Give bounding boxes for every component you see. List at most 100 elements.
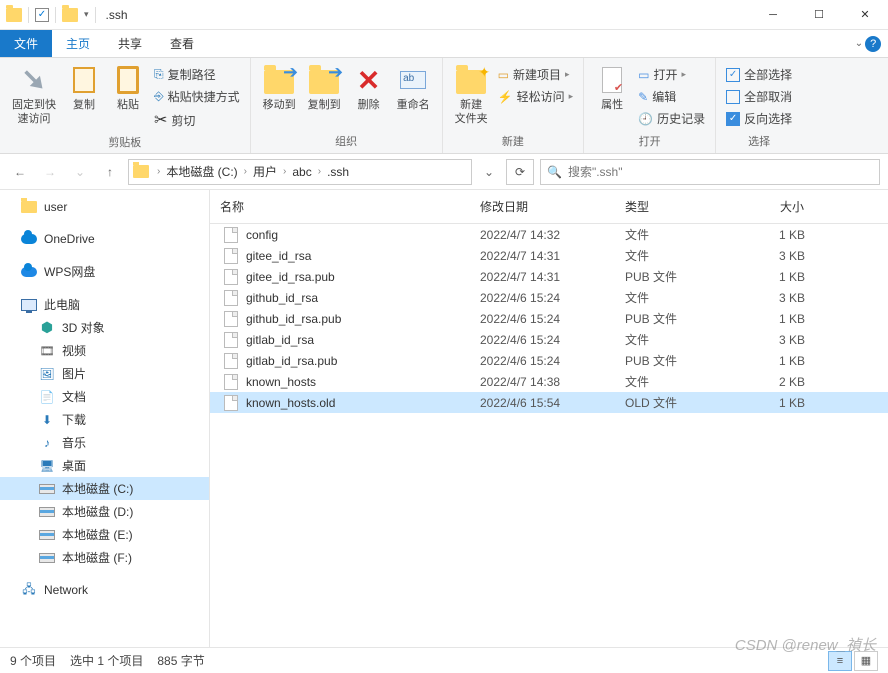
drive-icon (39, 553, 55, 563)
edit-button[interactable]: ✎编辑 (634, 86, 709, 107)
open-button[interactable]: ▭打开▸ (634, 64, 709, 85)
col-header-size[interactable]: 大小 (735, 190, 815, 223)
invert-selection-button[interactable]: ✓反向选择 (722, 108, 796, 129)
copy-to-button[interactable]: ➔ 复制到 (302, 62, 347, 114)
file-row[interactable]: gitlab_id_rsa.pub2022/4/6 15:24PUB 文件1 K… (210, 350, 888, 371)
file-icon (224, 290, 238, 306)
file-rows[interactable]: config2022/4/7 14:32文件1 KBgitee_id_rsa20… (210, 224, 888, 647)
tree-item-user[interactable]: user (0, 196, 209, 218)
folder-icon: ✦ (456, 70, 486, 94)
tab-share[interactable]: 共享 (104, 30, 156, 57)
copy-path-button[interactable]: ⎘复制路径 (150, 64, 244, 85)
delete-button[interactable]: ✕ 删除 (347, 62, 391, 114)
qat-dropdown-icon[interactable]: ▾ (84, 9, 89, 20)
file-row[interactable]: known_hosts.old2022/4/6 15:54OLD 文件1 KB (210, 392, 888, 413)
back-button[interactable]: ← (8, 160, 32, 184)
collapse-ribbon-icon[interactable]: ⌄ (855, 38, 863, 49)
maximize-button[interactable]: ☐ (796, 0, 842, 30)
easy-access-button[interactable]: ⚡轻松访问▸ (494, 86, 578, 107)
chevron-right-icon[interactable]: › (316, 166, 323, 177)
tree-item-drive-f[interactable]: 本地磁盘 (F:) (0, 546, 209, 569)
new-item-button[interactable]: ▭新建项目▸ (494, 64, 578, 85)
tab-view[interactable]: 查看 (156, 30, 208, 57)
file-icon (224, 395, 238, 411)
tree-item-wps[interactable]: WPS网盘 (0, 260, 209, 283)
tree-item-music[interactable]: ♪音乐 (0, 431, 209, 454)
refresh-button[interactable]: ⟳ (506, 159, 534, 185)
file-row[interactable]: config2022/4/7 14:32文件1 KB (210, 224, 888, 245)
separator (28, 7, 29, 23)
rename-button[interactable]: 重命名 (391, 62, 436, 114)
tree-item-3d-objects[interactable]: ⬢3D 对象 (0, 316, 209, 339)
col-header-date[interactable]: 修改日期 (470, 190, 615, 223)
file-row[interactable]: github_id_rsa2022/4/6 15:24文件3 KB (210, 287, 888, 308)
help-icon[interactable]: ? (865, 36, 881, 52)
view-icons-button[interactable]: ▦ (854, 651, 878, 671)
file-name: github_id_rsa (246, 291, 318, 305)
tree-item-drive-c[interactable]: 本地磁盘 (C:) (0, 477, 209, 500)
tree-item-desktop[interactable]: 🖥桌面 (0, 454, 209, 477)
address-dropdown[interactable]: ⌄ (478, 159, 500, 185)
tree-item-documents[interactable]: 📄文档 (0, 385, 209, 408)
move-to-button[interactable]: ➔ 移动到 (257, 62, 302, 114)
address-bar[interactable]: › 本地磁盘 (C:) › 用户 › abc › .ssh (128, 159, 472, 185)
file-type: OLD 文件 (615, 394, 735, 411)
breadcrumb-item[interactable]: 本地磁盘 (C:) (164, 163, 239, 180)
copy-button[interactable]: 复制 (62, 62, 106, 114)
file-date: 2022/4/6 15:24 (470, 333, 615, 347)
window-title: .ssh (106, 8, 128, 22)
tab-home[interactable]: 主页 (52, 30, 104, 57)
close-button[interactable]: ✕ (842, 0, 888, 30)
tree-item-downloads[interactable]: ⬇下载 (0, 408, 209, 431)
select-none-button[interactable]: 全部取消 (722, 86, 796, 107)
forward-button[interactable]: → (38, 160, 62, 184)
breadcrumb-item[interactable]: abc (290, 165, 313, 179)
file-row[interactable]: github_id_rsa.pub2022/4/6 15:24PUB 文件1 K… (210, 308, 888, 329)
paste-button[interactable]: 粘贴 (106, 62, 150, 114)
file-row[interactable]: gitee_id_rsa2022/4/7 14:31文件3 KB (210, 245, 888, 266)
file-name: gitee_id_rsa.pub (246, 270, 335, 284)
breadcrumb-item[interactable]: 用户 (251, 163, 279, 180)
separator (55, 7, 56, 23)
file-row[interactable]: gitlab_id_rsa2022/4/6 15:24文件3 KB (210, 329, 888, 350)
pin-button[interactable]: 固定到快 速访问 (6, 62, 62, 128)
chevron-right-icon[interactable]: › (155, 166, 162, 177)
history-button[interactable]: 🕘历史记录 (634, 108, 709, 129)
recent-button[interactable]: ⌄ (68, 160, 92, 184)
tree-item-this-pc[interactable]: 此电脑 (0, 293, 209, 316)
qat-properties-icon[interactable]: ✓ (35, 8, 49, 22)
file-type: PUB 文件 (615, 268, 735, 285)
col-header-name[interactable]: 名称 (210, 190, 470, 223)
qat-folder-icon[interactable] (62, 8, 78, 22)
ribbon-group-clipboard: 固定到快 速访问 复制 粘贴 ⎘复制路径 ⎆粘贴快捷方式 ✂剪切 剪贴板 (0, 58, 251, 153)
file-row[interactable]: gitee_id_rsa.pub2022/4/7 14:31PUB 文件1 KB (210, 266, 888, 287)
tab-file[interactable]: 文件 (0, 30, 52, 57)
app-icon[interactable] (6, 8, 22, 22)
ribbon-help[interactable]: ⌄ ? (848, 30, 888, 57)
minimize-button[interactable]: ─ (750, 0, 796, 30)
tree-item-pictures[interactable]: 🖼图片 (0, 362, 209, 385)
new-folder-button[interactable]: ✦ 新建 文件夹 (449, 62, 494, 128)
search-input[interactable]: 🔍 搜索".ssh" (540, 159, 880, 185)
col-header-type[interactable]: 类型 (615, 190, 735, 223)
properties-button[interactable]: 属性 (590, 62, 634, 114)
tree-item-drive-d[interactable]: 本地磁盘 (D:) (0, 500, 209, 523)
tree-item-onedrive[interactable]: OneDrive (0, 228, 209, 250)
cut-button[interactable]: ✂剪切 (150, 108, 244, 132)
tree-item-network[interactable]: 🖧Network (0, 579, 209, 601)
group-label-new: 新建 (443, 131, 584, 153)
file-row[interactable]: known_hosts2022/4/7 14:38文件2 KB (210, 371, 888, 392)
tree-item-drive-e[interactable]: 本地磁盘 (E:) (0, 523, 209, 546)
tree-item-videos[interactable]: 🎞视频 (0, 339, 209, 362)
select-all-button[interactable]: ✓全部选择 (722, 64, 796, 85)
up-button[interactable]: ↑ (98, 160, 122, 184)
file-icon (224, 332, 238, 348)
chevron-right-icon[interactable]: › (242, 166, 249, 177)
file-name: gitlab_id_rsa (246, 333, 314, 347)
paste-shortcut-button[interactable]: ⎆粘贴快捷方式 (150, 86, 244, 107)
view-details-button[interactable]: ≡ (828, 651, 852, 671)
chevron-right-icon[interactable]: › (281, 166, 288, 177)
nav-tree[interactable]: user OneDrive WPS网盘 此电脑 ⬢3D 对象 🎞视频 🖼图片 📄… (0, 190, 210, 647)
ribbon-group-select: ✓全部选择 全部取消 ✓反向选择 选择 (716, 58, 802, 153)
breadcrumb-item[interactable]: .ssh (325, 165, 351, 179)
